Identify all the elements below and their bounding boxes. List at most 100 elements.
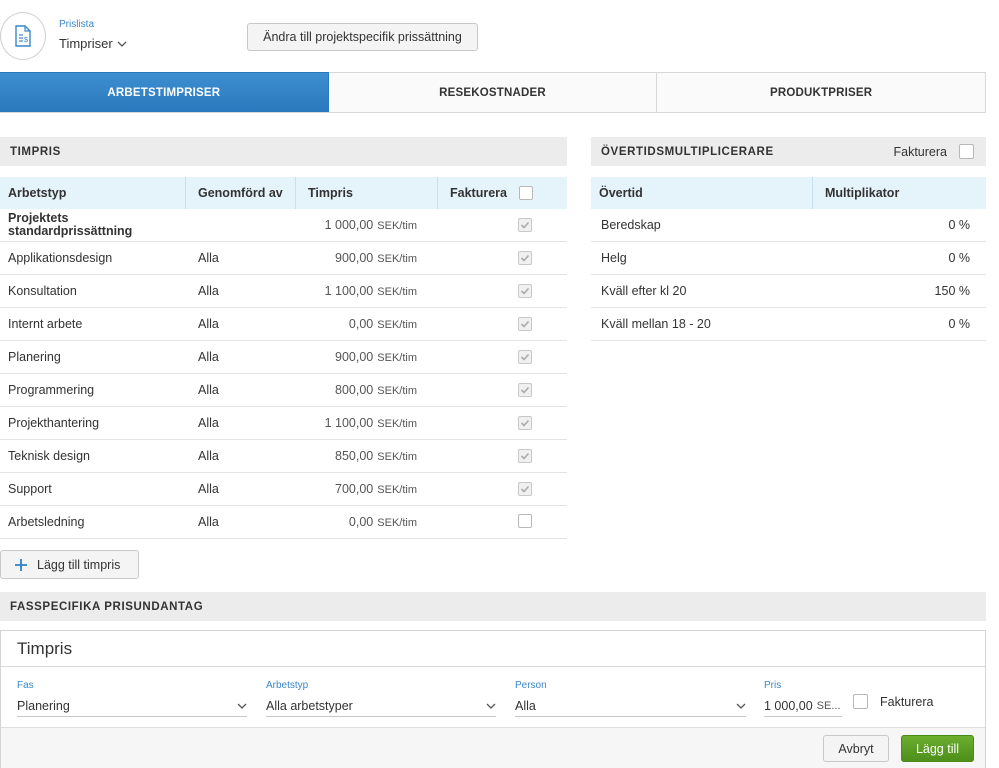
invoice-all-checkbox[interactable] bbox=[518, 186, 533, 200]
invoice-checkbox[interactable] bbox=[518, 448, 532, 463]
exception-invoice-checkbox[interactable] bbox=[853, 694, 868, 709]
invoice-checkbox[interactable] bbox=[518, 415, 532, 430]
tab-label: ARBETSTIMPRISER bbox=[107, 86, 221, 99]
price-field: Pris 1 000,00 SE... bbox=[764, 680, 842, 717]
table-row[interactable]: Kväll efter kl 20 150 % bbox=[591, 275, 986, 308]
overtime-name-cell: Helg bbox=[601, 251, 627, 265]
checkmark-icon bbox=[520, 485, 530, 493]
rate-cell: 900,00 SEK/tim bbox=[296, 251, 438, 265]
invoice-checkbox[interactable] bbox=[518, 513, 532, 528]
change-to-project-pricing-button[interactable]: Ändra till projektspecifik prissättning bbox=[247, 23, 478, 51]
chevron-down-icon bbox=[486, 703, 496, 709]
tab-work-rates[interactable]: ARBETSTIMPRISER bbox=[0, 72, 329, 112]
checkmark-icon bbox=[520, 386, 530, 394]
person-field: Person Alla bbox=[515, 680, 746, 717]
phase-select[interactable]: Planering bbox=[17, 695, 247, 717]
overtime-table: Övertid Multiplikator Beredskap 0 % Helg 0 … bbox=[591, 177, 986, 341]
invoice-cell bbox=[438, 382, 567, 398]
tab-travel-costs[interactable]: RESEKOSTNADER bbox=[328, 72, 658, 112]
work-type-cell: Internt arbete bbox=[8, 317, 83, 331]
rate-value: 800,00 bbox=[335, 383, 374, 397]
table-row[interactable]: Planering Alla 900,00 SEK/tim bbox=[0, 341, 567, 374]
rate-value: 1 100,00 bbox=[324, 416, 374, 430]
invoice-checkbox[interactable] bbox=[518, 283, 532, 298]
performed-by-cell: Alla bbox=[198, 515, 219, 529]
table-row[interactable]: Beredskap 0 % bbox=[591, 209, 986, 242]
pricelist-avatar: $ bbox=[0, 12, 46, 60]
table-row[interactable]: Projektets standardprissättning 1 000,00 S… bbox=[0, 209, 567, 242]
checkmark-icon bbox=[520, 287, 530, 295]
rate-unit: SEK/tim bbox=[377, 220, 417, 232]
chevron-down-icon bbox=[237, 703, 247, 709]
table-row[interactable]: Helg 0 % bbox=[591, 242, 986, 275]
table-row[interactable]: Kväll mellan 18 - 20 0 % bbox=[591, 308, 986, 341]
overtime-section-header: ÖVERTIDSMULTIPLICERARE Fakturera bbox=[591, 137, 986, 166]
table-row[interactable]: Konsultation Alla 1 100,00 SEK/tim bbox=[0, 275, 567, 308]
page-header: $ Prislista Timpriser Ändra till projekt… bbox=[0, 0, 999, 72]
invoice-checkbox[interactable] bbox=[518, 250, 532, 265]
chevron-down-icon bbox=[117, 41, 127, 47]
rate-cell: 850,00 SEK/tim bbox=[296, 449, 438, 463]
rate-cell: 1 100,00 SEK/tim bbox=[296, 284, 438, 298]
performed-by-cell: Alla bbox=[198, 350, 219, 364]
rate-unit: SEK/tim bbox=[377, 418, 417, 430]
phase-exceptions-section-header: FASSPECIFIKA PRISUNDANTAG bbox=[0, 592, 986, 621]
pricelist-value: Timpriser bbox=[59, 36, 113, 51]
price-document-icon: $ bbox=[15, 25, 31, 47]
section-title: ÖVERTIDSMULTIPLICERARE bbox=[601, 145, 774, 158]
rate-cell: 700,00 SEK/tim bbox=[296, 482, 438, 496]
rate-unit: SEK/tim bbox=[377, 484, 417, 496]
performed-by-cell: Alla bbox=[198, 449, 219, 463]
add-hourly-rate-button[interactable]: Lägg till timpris bbox=[0, 550, 139, 579]
pricelist-label: Prislista bbox=[59, 19, 95, 30]
person-select[interactable]: Alla bbox=[515, 695, 746, 717]
checkmark-icon bbox=[520, 320, 530, 328]
table-row[interactable]: Internt arbete Alla 0,00 SEK/tim bbox=[0, 308, 567, 341]
cancel-button[interactable]: Avbryt bbox=[823, 735, 889, 762]
work-type-label: Arbetstyp bbox=[266, 680, 309, 691]
section-title: FASSPECIFIKA PRISUNDANTAG bbox=[10, 600, 204, 613]
rate-cell: 0,00 SEK/tim bbox=[296, 317, 438, 331]
person-label: Person bbox=[515, 680, 547, 691]
rate-cell: 800,00 SEK/tim bbox=[296, 383, 438, 397]
tab-product-prices[interactable]: PRODUKTPRISER bbox=[657, 72, 987, 112]
work-type-select[interactable]: Alla arbetstyper bbox=[266, 695, 496, 717]
invoice-cell bbox=[438, 283, 567, 299]
price-input[interactable]: 1 000,00 SE... bbox=[764, 695, 842, 717]
invoice-checkbox[interactable] bbox=[518, 349, 532, 364]
work-type-cell: Applikationsdesign bbox=[8, 251, 113, 265]
table-row[interactable]: Applikationsdesign Alla 900,00 SEK/tim bbox=[0, 242, 567, 275]
pricelist-dropdown[interactable]: Timpriser bbox=[59, 36, 127, 51]
timpris-section-header: TIMPRIS bbox=[0, 137, 567, 166]
add-exception-button[interactable]: Lägg till bbox=[901, 735, 974, 762]
section-title: TIMPRIS bbox=[10, 145, 61, 158]
multiplier-cell: 0 % bbox=[948, 317, 970, 331]
chevron-down-icon bbox=[736, 703, 746, 709]
invoice-checkbox[interactable] bbox=[518, 382, 532, 397]
table-row[interactable]: Teknisk design Alla 850,00 SEK/tim bbox=[0, 440, 567, 473]
work-type-value: Alla arbetstyper bbox=[266, 698, 353, 713]
checkmark-icon bbox=[520, 452, 530, 460]
table-row[interactable]: Arbetsledning Alla 0,00 SEK/tim bbox=[0, 506, 567, 539]
work-type-cell: Projekthantering bbox=[8, 416, 100, 430]
column-performed-by: Genomförd av bbox=[186, 177, 296, 209]
invoice-checkbox[interactable] bbox=[518, 316, 532, 331]
rate-cell: 900,00 SEK/tim bbox=[296, 350, 438, 364]
table-row[interactable]: Programmering Alla 800,00 SEK/tim bbox=[0, 374, 567, 407]
add-hourly-rate-label: Lägg till timpris bbox=[37, 557, 121, 572]
work-type-cell: Konsultation bbox=[8, 284, 77, 298]
rate-unit: SEK/tim bbox=[377, 385, 417, 397]
invoice-checkbox[interactable] bbox=[518, 481, 532, 496]
table-row[interactable]: Support Alla 700,00 SEK/tim bbox=[0, 473, 567, 506]
invoice-checkbox[interactable] bbox=[518, 217, 532, 232]
table-row[interactable]: Projekthantering Alla 1 100,00 SEK/tim bbox=[0, 407, 567, 440]
overtime-invoice-checkbox[interactable] bbox=[959, 144, 974, 159]
work-type-cell: Teknisk design bbox=[8, 449, 90, 463]
invoice-cell bbox=[438, 349, 567, 365]
overtime-name-cell: Beredskap bbox=[601, 218, 661, 232]
overtime-name-cell: Kväll efter kl 20 bbox=[601, 284, 687, 298]
invoice-cell bbox=[438, 513, 567, 531]
form-footer: Avbryt Lägg till bbox=[1, 727, 985, 768]
performed-by-cell: Alla bbox=[198, 482, 219, 496]
invoice-cell bbox=[438, 250, 567, 266]
